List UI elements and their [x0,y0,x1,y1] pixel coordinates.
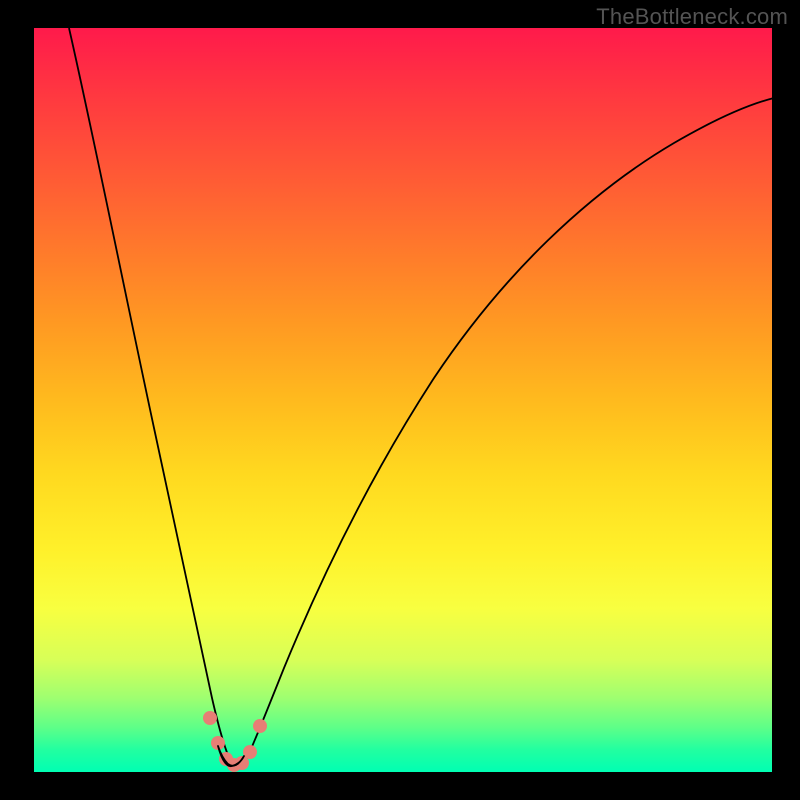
left-curve-branch [69,28,232,764]
marker-dot [253,719,267,733]
chart-frame: TheBottleneck.com [0,0,800,800]
marker-dot [243,745,257,759]
right-curve-branch [244,98,774,764]
plot-area [34,28,772,772]
bottleneck-curve-svg [34,28,772,772]
watermark-text: TheBottleneck.com [596,4,788,30]
marker-dot [203,711,217,725]
